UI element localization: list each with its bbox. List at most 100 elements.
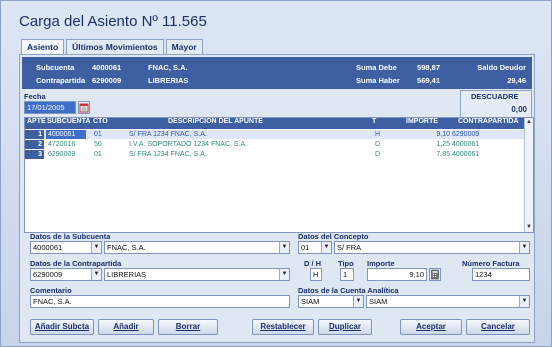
chevron-down-icon[interactable]: ▼ (279, 269, 289, 280)
chevron-down-icon[interactable]: ▼ (353, 296, 363, 307)
borrar-button[interactable]: Borrar (158, 319, 218, 335)
duplicar-button[interactable]: Duplicar (318, 319, 372, 335)
tab-bar: Asiento Últimos Movimientos Mayor (21, 39, 205, 56)
importe-input[interactable]: 9,10 (367, 268, 427, 281)
datos-subcuenta-label: Datos de la Subcuenta (30, 232, 111, 241)
analitica-code-value: SIAM (301, 297, 320, 306)
row-importe[interactable]: 9,10 (410, 130, 450, 139)
anadir-subcta-button[interactable]: Añadir Subcta (30, 319, 94, 335)
calendar-icon[interactable] (78, 101, 90, 114)
concepto-code-select[interactable]: 01 ▼ (298, 241, 332, 254)
chevron-down-icon[interactable]: ▼ (279, 242, 289, 253)
table-header: APTE SUBCUENTA CTO DESCRIPCIÓN DEL APUNT… (25, 118, 525, 129)
row-cto[interactable]: 50 (94, 140, 102, 149)
subcuenta-name-value: FNAC, S.A. (107, 243, 146, 252)
aceptar-button[interactable]: Aceptar (400, 319, 462, 335)
apuntes-table: APTE SUBCUENTA CTO DESCRIPCIÓN DEL APUNT… (24, 117, 534, 233)
subcuenta-name: FNAC, S.A. (148, 63, 188, 72)
col-t[interactable]: T (372, 118, 376, 125)
suma-debe-value: 598,87 (417, 63, 440, 72)
contrapartida-name-select[interactable]: LIBRERIAS ▼ (104, 268, 290, 281)
col-subcuenta[interactable]: SUBCUENTA (47, 118, 90, 125)
tab-ultimos-movimientos[interactable]: Últimos Movimientos (66, 39, 164, 55)
suma-debe-label: Suma Debe (356, 63, 397, 72)
row-t[interactable]: D (375, 140, 380, 149)
contrapartida-code: 6290009 (92, 76, 122, 85)
row-apte: 3 (25, 150, 44, 159)
numero-factura-input[interactable]: 1234 (472, 268, 530, 281)
chevron-down-icon[interactable]: ▼ (91, 269, 101, 280)
tipo-input[interactable]: 1 (340, 268, 354, 281)
row-descripcion[interactable]: S/ FRA 1234 FNAC, S.A. (129, 150, 207, 159)
row-apte: 1 (25, 130, 44, 139)
col-apte[interactable]: APTE (27, 118, 46, 125)
importe-label: Importe (367, 259, 395, 268)
table-row[interactable]: 2 4720016 50 I.V.A. SOPORTADO 1234 FNAC,… (25, 140, 525, 149)
table-row[interactable]: 1 4000061 01 S/ FRA 1234 FNAC, S.A. H 9,… (25, 130, 525, 139)
tipo-label: Tipo (338, 259, 354, 268)
concepto-name-value: S/ FRA (337, 243, 362, 252)
row-contrapartida[interactable]: 4000061 (452, 140, 479, 149)
row-descripcion[interactable]: I.V.A. SOPORTADO 1234 FNAC, S.A. (129, 140, 247, 149)
row-t[interactable]: D (375, 150, 380, 159)
row-importe[interactable]: 1,25 (410, 140, 450, 149)
suma-haber-label: Suma Haber (356, 76, 400, 85)
scroll-up-icon[interactable]: ▲ (525, 118, 533, 127)
saldo-label: Saldo Deudor (477, 63, 526, 72)
subcuenta-label: Subcuenta (36, 63, 75, 72)
row-apte: 2 (25, 140, 44, 149)
chevron-down-icon[interactable]: ▼ (519, 242, 529, 253)
row-descripcion[interactable]: S/ FRA 1234 FNAC, S.A. (129, 130, 207, 139)
col-descripcion[interactable]: DESCRIPCIÓN DEL APUNTE (168, 118, 263, 125)
descuadre-box: DESCUADRE 0,00 (460, 90, 532, 118)
chevron-down-icon[interactable]: ▼ (519, 296, 529, 307)
datos-concepto-label: Datos del Concepto (298, 232, 369, 241)
row-cto[interactable]: 01 (94, 150, 102, 159)
descuadre-label: DESCUADRE (471, 92, 519, 101)
subcuenta-code: 4000061 (92, 63, 122, 72)
saldo-value: 29,46 (507, 76, 526, 85)
chevron-down-icon[interactable]: ▼ (91, 242, 101, 253)
tab-mayor[interactable]: Mayor (165, 39, 203, 55)
table-row[interactable]: 3 6290009 01 S/ FRA 1234 FNAC, S.A. D 7,… (25, 150, 525, 159)
cancelar-button[interactable]: Cancelar (466, 319, 530, 335)
comentario-input[interactable]: FNAC, S.A. (30, 295, 290, 308)
row-t[interactable]: H (375, 130, 380, 139)
contrapartida-name: LIBRERIAS (148, 76, 189, 85)
comentario-label: Comentario (30, 286, 72, 295)
dh-label: D / H (304, 259, 322, 268)
analitica-code-select[interactable]: SIAM ▼ (298, 295, 364, 308)
row-subcuenta[interactable]: 4720016 (48, 140, 75, 149)
subcuenta-code-select[interactable]: 4000061 ▼ (30, 241, 102, 254)
chevron-down-icon[interactable]: ▼ (321, 242, 331, 253)
analitica-name-select[interactable]: SIAM ▼ (366, 295, 530, 308)
restablecer-button[interactable]: Restablecer (252, 319, 314, 335)
scroll-down-icon[interactable]: ▼ (525, 223, 533, 232)
calculator-icon[interactable] (429, 268, 441, 281)
analitica-name-value: SIAM (369, 297, 388, 306)
row-contrapartida[interactable]: 6290009 (452, 130, 479, 139)
col-importe[interactable]: IMPORTE (406, 118, 438, 125)
table-scrollbar[interactable]: ▲ ▼ (524, 118, 533, 232)
row-cto[interactable]: 01 (94, 130, 102, 139)
anadir-button[interactable]: Añadir (98, 319, 154, 335)
concepto-name-select[interactable]: S/ FRA ▼ (334, 241, 530, 254)
contrapartida-code-select[interactable]: 6290009 ▼ (30, 268, 102, 281)
subcuenta-name-select[interactable]: FNAC, S.A. ▼ (104, 241, 290, 254)
asiento-panel: Subcuenta 4000061 FNAC, S.A. Contraparti… (19, 54, 535, 343)
contrapartida-label: Contrapartida (36, 76, 86, 85)
col-contrapartida[interactable]: CONTRAPARTIDA (458, 118, 519, 125)
row-contrapartida[interactable]: 4000061 (452, 150, 479, 159)
row-importe[interactable]: 7,85 (410, 150, 450, 159)
concepto-code-value: 01 (301, 243, 310, 252)
subcuenta-code-value: 4000061 (33, 243, 63, 252)
descuadre-value: 0,00 (511, 105, 527, 114)
fecha-input[interactable]: 17/01/2005 (24, 101, 76, 114)
col-cto[interactable]: CTO (93, 118, 108, 125)
suma-haber-value: 569,41 (417, 76, 440, 85)
asiento-window: Carga del Asiento Nº 11.565 Asiento Últi… (0, 0, 552, 347)
analitica-label: Datos de la Cuenta Analítica (298, 286, 399, 295)
row-subcuenta[interactable]: 4000061 (46, 130, 86, 139)
row-subcuenta[interactable]: 6290009 (48, 150, 75, 159)
dh-input[interactable]: H (310, 268, 322, 281)
